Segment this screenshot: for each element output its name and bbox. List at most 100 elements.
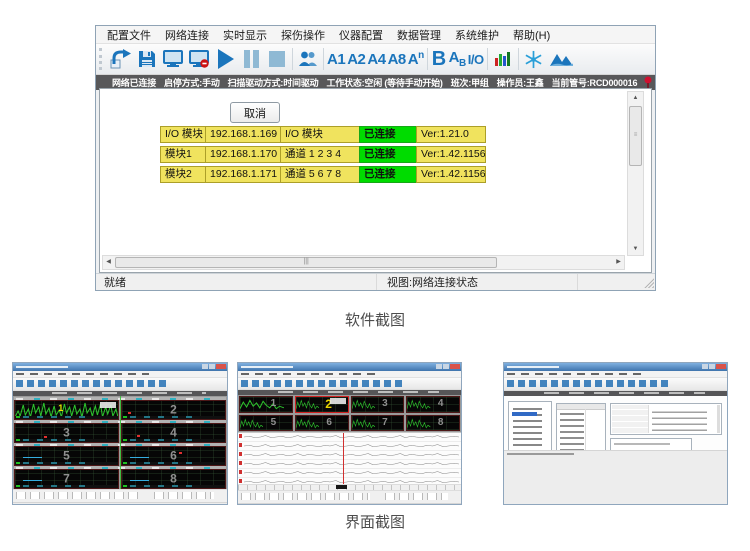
channel-panel-8: 8 (121, 469, 226, 489)
menu-flaw-operation[interactable]: 探伤操作 (274, 27, 332, 43)
thumb3-title-bar (504, 363, 727, 371)
maximize-icon (443, 364, 449, 369)
table-row[interactable]: 模块1 192.168.1.170 通道 1 2 3 4 已连接 Ver:1.4… (160, 146, 486, 163)
close-icon (216, 364, 226, 369)
view-a1-button[interactable]: A1 (326, 51, 346, 68)
status-text-chips (278, 391, 439, 393)
start-glyph (216, 48, 235, 70)
cell-version: Ver:1.21.0 (416, 126, 486, 143)
open-icon-glyph (110, 49, 132, 69)
pause-icon[interactable] (238, 46, 264, 72)
green-chip (16, 462, 20, 464)
red-marker (179, 452, 182, 454)
menu-system-maintenance[interactable]: 系统维护 (448, 27, 506, 43)
start-icon[interactable] (212, 46, 238, 72)
cell-channels: 通道 5 6 7 8 (280, 166, 360, 183)
vertical-scroll-thumb[interactable]: ≡ (629, 106, 642, 166)
channel-panel-4: 4 (406, 396, 460, 413)
scroll-up-arrow[interactable]: ▲ (628, 92, 643, 104)
resize-grip[interactable] (643, 277, 654, 288)
cell-channels: I/O 模块 (280, 126, 360, 143)
green-chip (16, 485, 20, 487)
an-sup: n (418, 50, 424, 61)
thumb2-menu-row (238, 371, 461, 378)
control-chips (385, 493, 447, 500)
panel-bottom-strip (15, 485, 118, 488)
content-area: 取消 I/O 模块 192.168.1.169 I/O 模块 已连接 Ver:1… (99, 88, 652, 273)
toolbar-separator (427, 48, 428, 70)
spectrum-glyph (549, 50, 574, 68)
bar-chart-icon[interactable] (490, 46, 516, 72)
teal-chips (23, 416, 85, 418)
vertical-scrollbar[interactable]: ▲ ≡ ▼ (627, 91, 644, 256)
panel-number: 8 (438, 418, 444, 428)
trace-row (238, 433, 461, 442)
panel-number: 7 (15, 472, 118, 484)
menu-data-management[interactable]: 数据管理 (390, 27, 448, 43)
waveform-green (240, 417, 263, 429)
panel-bottom-strip (15, 439, 118, 442)
status-text-chips (544, 392, 705, 394)
users-icon[interactable] (295, 46, 321, 72)
menu-help[interactable]: 帮助(H) (506, 27, 557, 43)
cursor-line-red (343, 433, 344, 484)
cell-module-name: I/O 模块 (160, 126, 206, 143)
minimize-icon (436, 364, 442, 369)
toolbar-separator (292, 48, 293, 70)
view-ab-button[interactable]: AB (448, 49, 467, 69)
property-value-chips (652, 407, 707, 431)
menu-config-file[interactable]: 配置文件 (100, 27, 158, 43)
channel-panel-2: 2 (121, 400, 226, 420)
table-row[interactable]: 模块2 192.168.1.171 通道 5 6 7 8 已连接 Ver:1.4… (160, 166, 486, 183)
thumb1-title-bar (13, 363, 227, 371)
panel-number: 6 (122, 449, 225, 461)
window-status-bar: 就绪 视图:网络连接状态 (96, 273, 655, 290)
teal-chips (130, 439, 192, 441)
channel-panel-3: 3 (14, 423, 119, 443)
minimize-icon (202, 364, 208, 369)
toolbar-separator (323, 48, 324, 70)
save-icon[interactable] (134, 46, 160, 72)
menu-instrument-config[interactable]: 仪器配置 (332, 27, 390, 43)
view-a4-button[interactable]: A4 (366, 51, 386, 68)
network-disconnect-icon[interactable] (186, 46, 212, 72)
menu-network[interactable]: 网络连接 (158, 27, 216, 43)
cell-version: Ver:1.42.1156 (416, 146, 486, 163)
waveform-green (296, 398, 319, 410)
channel-panel-5: 5 (239, 415, 293, 432)
panel-bottom-strip (122, 462, 225, 465)
view-b-button[interactable]: B (430, 48, 448, 71)
stop-icon[interactable] (264, 46, 290, 72)
interface-caption: 界面截图 (0, 511, 750, 532)
view-a2-button[interactable]: A2 (346, 51, 366, 68)
red-marker (239, 461, 242, 465)
thumbnail-config-screen (503, 362, 728, 505)
view-an-button[interactable]: An (407, 51, 425, 68)
scroll-right-arrow[interactable]: ▶ (613, 256, 624, 269)
toolbar-separator (518, 48, 519, 70)
network-disconnect-glyph (188, 49, 210, 69)
bar-chart-glyph (493, 50, 513, 68)
waveform-green (407, 417, 430, 429)
red-marker (137, 435, 140, 437)
scroll-left-arrow[interactable]: ◀ (103, 256, 114, 269)
horizontal-scroll-thumb[interactable]: ||| (115, 257, 497, 268)
cancel-button[interactable]: 取消 (230, 102, 280, 123)
panel-number: 7 (382, 418, 388, 428)
io-button[interactable]: I/O (467, 52, 485, 67)
cell-module-name: 模块1 (160, 146, 206, 163)
cell-module-name: 模块2 (160, 166, 206, 183)
snowflake-icon[interactable] (521, 46, 547, 72)
channel-panel-3: 3 (351, 396, 405, 413)
horizontal-scrollbar[interactable]: ◀ ||| ▶ (102, 255, 625, 270)
network-connect-icon[interactable] (160, 46, 186, 72)
thumb2-status-strip (238, 390, 461, 395)
cell-status: 已连接 (359, 126, 417, 143)
open-icon[interactable] (108, 46, 134, 72)
menu-realtime-display[interactable]: 实时显示 (216, 27, 274, 43)
table-row[interactable]: I/O 模块 192.168.1.169 I/O 模块 已连接 Ver:1.21… (160, 126, 486, 143)
control-chips (154, 492, 214, 499)
view-a8-button[interactable]: A8 (387, 51, 407, 68)
spectrum-icon[interactable] (547, 46, 576, 72)
scroll-down-arrow[interactable]: ▼ (628, 243, 643, 255)
